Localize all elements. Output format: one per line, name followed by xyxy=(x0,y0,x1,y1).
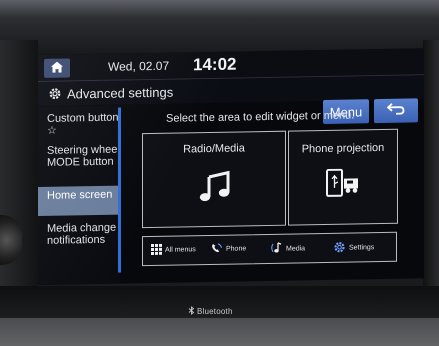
time-display: 14:02 xyxy=(193,54,237,75)
shortcut-label: Settings xyxy=(349,244,375,252)
shortcut-label: All menus xyxy=(165,246,196,254)
shortcut-media[interactable]: Media xyxy=(270,241,305,256)
sidebar-item-label: Steering wheel MODE button xyxy=(47,143,120,169)
bluetooth-label: Bluetooth xyxy=(197,307,233,316)
sidebar-item-custom-button[interactable]: Custom button ☆ xyxy=(38,110,120,139)
sidebar-item-home-screen[interactable]: Home screen xyxy=(38,185,120,216)
widget-phone-projection[interactable]: Phone projection xyxy=(288,128,398,226)
phone-projection-icon xyxy=(325,168,361,204)
date-display: Wed, 02.07 xyxy=(108,58,170,74)
grid-icon xyxy=(151,243,162,257)
widget-label: Radio/Media xyxy=(183,142,245,156)
sidebar-item-media-change-notifications[interactable]: Media change notifications xyxy=(38,220,120,263)
shortcut-all-menus[interactable]: All menus xyxy=(151,243,196,257)
phone-icon xyxy=(211,243,223,256)
sidebar-item-label: Home screen xyxy=(47,188,113,202)
sidebar-item-label: Media change notifications xyxy=(47,221,117,247)
settings-sidebar: Custom button ☆ Steering wheel MODE butt… xyxy=(38,105,120,285)
shortcut-phone[interactable]: Phone xyxy=(211,242,246,256)
shortcut-label: Phone xyxy=(226,245,247,253)
gear-icon xyxy=(333,241,346,256)
shortcut-settings[interactable]: Settings xyxy=(333,240,374,256)
music-note-icon xyxy=(198,170,232,209)
bluetooth-logo: Bluetooth xyxy=(188,306,233,317)
sidebar-item-steering-wheel-mode[interactable]: Steering wheel MODE button xyxy=(38,142,120,183)
dashboard-trim xyxy=(0,318,439,346)
bluetooth-icon xyxy=(188,306,195,317)
bezel-right xyxy=(423,40,439,290)
home-screen-editor: Select the area to edit widget or menu. … xyxy=(124,100,424,283)
shortcut-bar: All menus Phone Media Settings xyxy=(142,231,397,267)
widget-radio-media[interactable]: Radio/Media xyxy=(142,130,286,229)
settings-gear-icon xyxy=(48,87,62,101)
instruction-text: Select the area to edit widget or menu. xyxy=(166,109,355,125)
media-note-icon xyxy=(270,242,283,256)
widget-label: Phone projection xyxy=(301,141,385,156)
home-button[interactable] xyxy=(44,58,70,78)
home-icon xyxy=(51,59,63,77)
sidebar-item-label: Custom button ☆ xyxy=(47,111,119,137)
infotainment-screen: Wed, 02.07 14:02 Advanced settings Menu … xyxy=(38,48,424,285)
shortcut-label: Media xyxy=(286,244,306,253)
page-title: Advanced settings xyxy=(67,84,174,102)
sidebar-scrollbar[interactable] xyxy=(118,107,121,273)
